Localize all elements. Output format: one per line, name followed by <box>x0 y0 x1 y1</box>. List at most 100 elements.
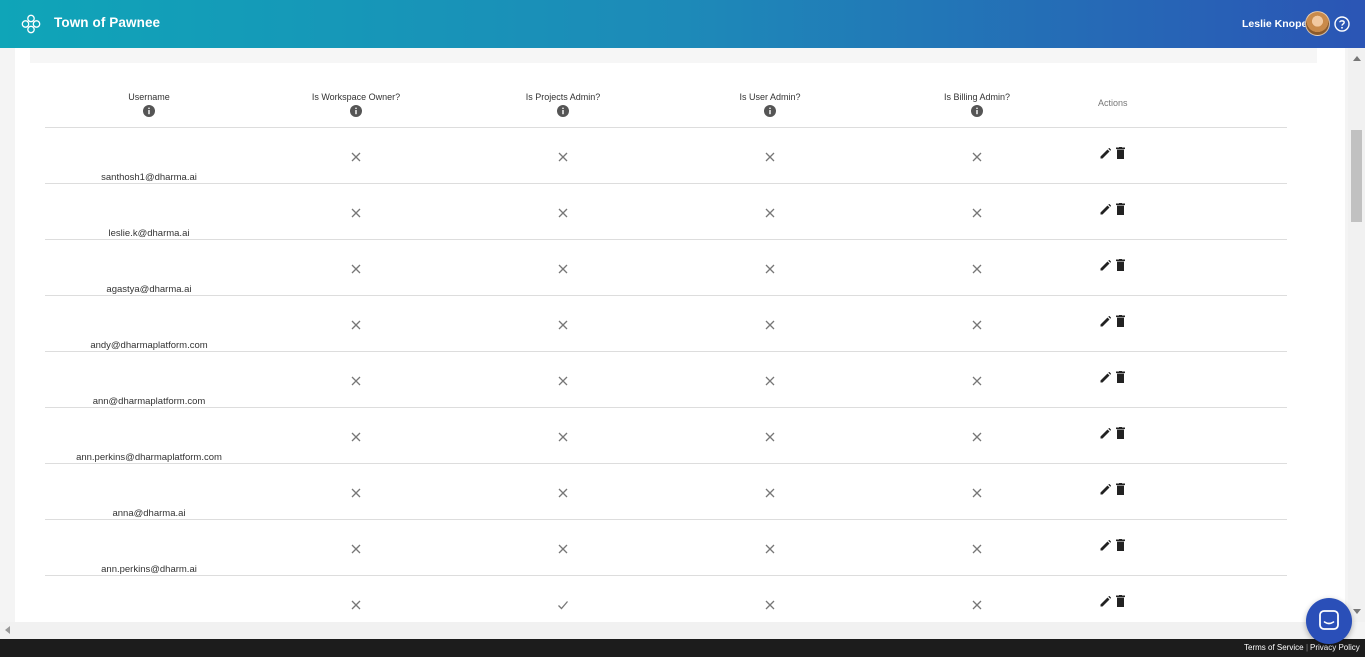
projects-admin-cross-icon <box>558 152 568 162</box>
billing-admin-cross-icon <box>972 208 982 218</box>
user-admin-cross-icon <box>765 208 775 218</box>
table-row: agastya@dharma.ai <box>45 240 1287 296</box>
column-header-billing-admin: Is Billing Admin? <box>887 92 1067 119</box>
billing-admin-cross-icon <box>972 320 982 330</box>
billing-admin-cross-icon <box>972 600 982 610</box>
workspace-owner-cross-icon <box>351 152 361 162</box>
table-row <box>45 576 1287 622</box>
scrollbar-thumb[interactable] <box>1351 130 1362 222</box>
trash-icon[interactable] <box>1116 539 1125 551</box>
billing-admin-cross-icon <box>972 432 982 442</box>
workspace-owner-cross-icon <box>351 264 361 274</box>
trash-icon[interactable] <box>1116 315 1125 327</box>
projects-admin-cross-icon <box>558 320 568 330</box>
trash-icon[interactable] <box>1116 483 1125 495</box>
table-header: Username Is Workspace Owner? Is Projects… <box>45 78 1287 128</box>
column-header-workspace-owner: Is Workspace Owner? <box>266 92 446 119</box>
pencil-icon[interactable] <box>1100 148 1111 159</box>
pencil-icon[interactable] <box>1100 540 1111 551</box>
trash-icon[interactable] <box>1116 259 1125 271</box>
projects-admin-cross-icon <box>558 544 568 554</box>
chat-icon <box>1319 610 1339 630</box>
billing-admin-cross-icon <box>972 488 982 498</box>
terms-of-service-link[interactable]: Terms of Service <box>1244 643 1304 652</box>
privacy-policy-link[interactable]: Privacy Policy <box>1310 643 1360 652</box>
username-cell: santhosh1@dharma.ai <box>101 172 197 183</box>
table-row: leslie.k@dharma.ai <box>45 184 1287 240</box>
workspace-owner-cross-icon <box>351 600 361 610</box>
billing-admin-cross-icon <box>972 376 982 386</box>
user-name[interactable]: Leslie Knope <box>1242 18 1307 30</box>
users-page: Username Is Workspace Owner? Is Projects… <box>15 48 1345 622</box>
help-circle-icon[interactable] <box>1334 16 1350 32</box>
table-row: ann.perkins@dharmaplatform.com <box>45 408 1287 464</box>
pencil-icon[interactable] <box>1100 428 1111 439</box>
projects-admin-cross-icon <box>558 376 568 386</box>
table-row: ann@dharmaplatform.com <box>45 352 1287 408</box>
trash-icon[interactable] <box>1116 371 1125 383</box>
pencil-icon[interactable] <box>1100 372 1111 383</box>
scroll-left-arrow-icon[interactable] <box>5 626 10 634</box>
workspace-owner-cross-icon <box>351 432 361 442</box>
info-icon[interactable] <box>971 105 983 117</box>
pencil-icon[interactable] <box>1100 260 1111 271</box>
username-cell: andy@dharmaplatform.com <box>90 340 208 351</box>
column-header-username: Username <box>59 92 239 119</box>
user-admin-cross-icon <box>765 376 775 386</box>
workspace-owner-cross-icon <box>351 544 361 554</box>
user-admin-cross-icon <box>765 264 775 274</box>
info-icon[interactable] <box>557 105 569 117</box>
info-icon[interactable] <box>764 105 776 117</box>
pencil-icon[interactable] <box>1100 484 1111 495</box>
projects-admin-cross-icon <box>558 264 568 274</box>
billing-admin-cross-icon <box>972 152 982 162</box>
pencil-icon[interactable] <box>1100 596 1111 607</box>
workspace-owner-cross-icon <box>351 320 361 330</box>
trash-icon[interactable] <box>1116 147 1125 159</box>
footer-separator: | <box>1306 643 1309 652</box>
trash-icon[interactable] <box>1116 595 1125 607</box>
username-cell: ann.perkins@dharmaplatform.com <box>76 452 222 463</box>
username-cell: agastya@dharma.ai <box>106 284 192 295</box>
trash-icon[interactable] <box>1116 427 1125 439</box>
pencil-icon[interactable] <box>1100 316 1111 327</box>
column-header-actions: Actions <box>1098 98 1128 108</box>
trash-icon[interactable] <box>1116 203 1125 215</box>
table-row: ann.perkins@dharm.ai <box>45 520 1287 576</box>
info-icon[interactable] <box>143 105 155 117</box>
projects-admin-check-icon <box>558 601 568 610</box>
projects-admin-cross-icon <box>558 432 568 442</box>
column-header-user-admin: Is User Admin? <box>680 92 860 119</box>
horizontal-scrollbar[interactable] <box>0 622 1348 639</box>
billing-admin-cross-icon <box>972 544 982 554</box>
toolbar-strip <box>30 48 1317 63</box>
username-cell: ann@dharmaplatform.com <box>92 396 206 407</box>
table-row: santhosh1@dharma.ai <box>45 128 1287 184</box>
flower-logo-icon[interactable] <box>20 13 42 35</box>
workspace-owner-cross-icon <box>351 208 361 218</box>
table-row: andy@dharmaplatform.com <box>45 296 1287 352</box>
user-admin-cross-icon <box>765 544 775 554</box>
scroll-up-arrow-icon[interactable] <box>1353 56 1361 61</box>
user-admin-cross-icon <box>765 320 775 330</box>
chat-button[interactable] <box>1306 598 1352 644</box>
projects-admin-cross-icon <box>558 208 568 218</box>
scroll-down-arrow-icon[interactable] <box>1353 609 1361 614</box>
user-admin-cross-icon <box>765 600 775 610</box>
workspace-owner-cross-icon <box>351 488 361 498</box>
user-admin-cross-icon <box>765 432 775 442</box>
username-cell: ann.perkins@dharm.ai <box>101 564 197 575</box>
user-admin-cross-icon <box>765 488 775 498</box>
username-cell: anna@dharma.ai <box>112 508 186 519</box>
vertical-scrollbar[interactable] <box>1348 48 1365 622</box>
billing-admin-cross-icon <box>972 264 982 274</box>
table-row: anna@dharma.ai <box>45 464 1287 520</box>
info-icon[interactable] <box>350 105 362 117</box>
avatar[interactable] <box>1305 11 1330 36</box>
user-admin-cross-icon <box>765 152 775 162</box>
app-title[interactable]: Town of Pawnee <box>54 15 160 30</box>
workspace-owner-cross-icon <box>351 376 361 386</box>
column-header-projects-admin: Is Projects Admin? <box>473 92 653 119</box>
top-bar: Town of Pawnee Leslie Knope <box>0 0 1365 48</box>
pencil-icon[interactable] <box>1100 204 1111 215</box>
